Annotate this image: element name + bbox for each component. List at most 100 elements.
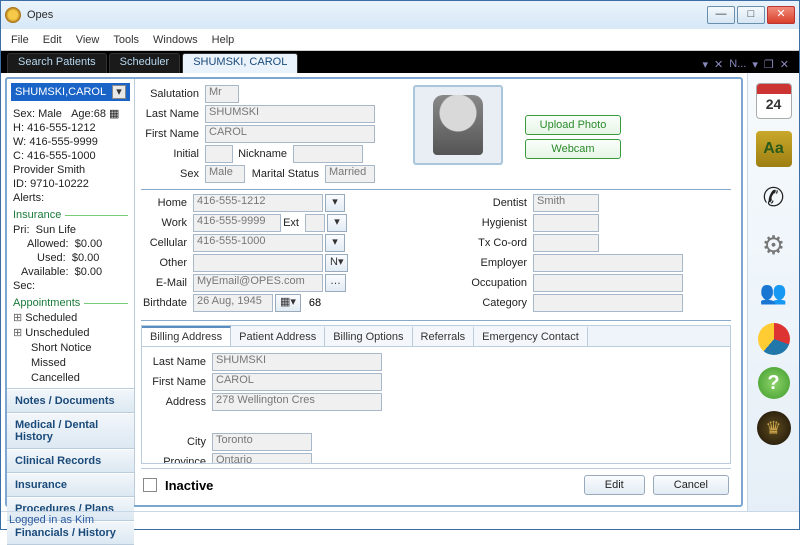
acc-clinical[interactable]: Clinical Records — [7, 449, 134, 473]
tree-scheduled[interactable]: Scheduled — [13, 311, 128, 326]
salutation-label: Salutation — [141, 88, 205, 100]
gear-icon[interactable]: ⚙ — [756, 227, 792, 263]
tab-emergency-contact[interactable]: Emergency Contact — [474, 326, 588, 346]
acc-insurance[interactable]: Insurance — [7, 473, 134, 497]
help-icon[interactable]: ? — [758, 367, 790, 399]
acc-medical[interactable]: Medical / Dental History — [7, 413, 134, 449]
lastname-label: Last Name — [141, 108, 205, 120]
firstname-label: First Name — [141, 128, 205, 140]
age-value: 68 — [309, 297, 321, 309]
patient-photo — [413, 85, 503, 165]
other-phone-field[interactable] — [193, 254, 323, 272]
age-menu-icon[interactable]: ▦ — [109, 108, 119, 120]
addr-address-field[interactable]: 278 Wellington Cres — [212, 393, 382, 411]
sex-label: Sex — [141, 168, 205, 180]
chart-icon[interactable] — [758, 323, 790, 355]
birthdate-field[interactable]: 26 Aug, 1945 — [193, 294, 273, 312]
cell-dd-icon[interactable]: ▾ — [325, 234, 345, 252]
salutation-field[interactable]: Mr — [205, 85, 239, 103]
initial-field[interactable] — [205, 145, 233, 163]
inactive-checkbox[interactable] — [143, 478, 157, 492]
window-title: Opes — [27, 9, 707, 21]
phone-icon[interactable]: ✆ — [756, 179, 792, 215]
firstname-field[interactable]: CAROL — [205, 125, 375, 143]
tree-unscheduled[interactable]: Unscheduled — [13, 326, 128, 341]
initial-label: Initial — [141, 148, 205, 160]
tab-patient[interactable]: SHUMSKI, CAROL — [182, 53, 298, 73]
appointments-tree: Scheduled Unscheduled Short Notice Misse… — [7, 309, 134, 388]
font-icon[interactable]: Aa — [756, 131, 792, 167]
addr-firstname-field[interactable]: CAROL — [212, 373, 382, 391]
appointments-header: Appointments — [7, 297, 134, 309]
tab-patient-address[interactable]: Patient Address — [231, 326, 325, 346]
upload-photo-button[interactable]: Upload Photo — [525, 115, 621, 135]
menubar: File Edit View Tools Windows Help — [1, 29, 799, 51]
addr-lastname-field[interactable]: SHUMSKI — [212, 353, 382, 371]
menu-view[interactable]: View — [76, 34, 100, 46]
menu-file[interactable]: File — [11, 34, 29, 46]
employer-field[interactable] — [533, 254, 683, 272]
main-pane: SalutationMr Last NameSHUMSKI First Name… — [135, 79, 741, 505]
lion-icon[interactable]: ♛ — [757, 411, 791, 445]
marital-field[interactable]: Married — [325, 165, 375, 183]
nickname-field[interactable] — [293, 145, 363, 163]
tree-missed[interactable]: Missed — [13, 356, 128, 371]
document-tabbar: Search Patients Scheduler SHUMSKI, CAROL… — [1, 51, 799, 73]
calendar-icon[interactable]: 24 — [756, 83, 792, 119]
menu-tools[interactable]: Tools — [113, 34, 139, 46]
patient-selector-value: SHUMSKI,CAROL — [15, 86, 106, 98]
webcam-button[interactable]: Webcam — [525, 139, 621, 159]
work-dd-icon[interactable]: ▾ — [327, 214, 347, 232]
menu-help[interactable]: Help — [212, 34, 235, 46]
category-field[interactable] — [533, 294, 683, 312]
work-phone-field[interactable]: 416-555-9999 — [193, 214, 281, 232]
marital-label: Marital Status — [245, 168, 325, 180]
address-tabs: Billing Address Patient Address Billing … — [141, 325, 731, 464]
menu-windows[interactable]: Windows — [153, 34, 198, 46]
sidepanel-restore-icon[interactable]: ❐ — [764, 58, 774, 71]
calendar-icon[interactable]: ▦▾ — [275, 294, 301, 312]
sex-field[interactable]: Male — [205, 165, 245, 183]
tab-search-patients[interactable]: Search Patients — [7, 53, 107, 73]
ext-field[interactable] — [305, 214, 325, 232]
maximize-button[interactable]: □ — [737, 6, 765, 24]
edit-button[interactable]: Edit — [584, 475, 645, 495]
addr-province-field[interactable]: Ontario — [212, 453, 312, 463]
other-n-button[interactable]: N▾ — [325, 254, 348, 272]
patient-summary: Sex: Male Age:68 ▦ H: 416-555-1212 W: 41… — [7, 105, 134, 207]
minimize-button[interactable]: — — [707, 6, 735, 24]
home-dd-icon[interactable]: ▾ — [325, 194, 345, 212]
dentist-field[interactable]: Smith — [533, 194, 599, 212]
close-button[interactable]: ✕ — [767, 6, 795, 24]
tab-billing-address[interactable]: Billing Address — [142, 326, 231, 346]
tab-scheduler[interactable]: Scheduler — [109, 53, 181, 73]
menu-edit[interactable]: Edit — [43, 34, 62, 46]
sidepanel-close-icon[interactable]: ✕ — [780, 58, 789, 71]
txcoord-field[interactable] — [533, 234, 599, 252]
sidepanel-min-icon[interactable]: ▾ — [752, 58, 758, 71]
tab-dropdown-icon[interactable]: ▾ — [703, 58, 709, 71]
addr-city-field[interactable]: Toronto — [212, 433, 312, 451]
dropdown-icon[interactable]: ▾ — [112, 85, 126, 99]
cell-phone-field[interactable]: 416-555-1000 — [193, 234, 323, 252]
sidepanel-nub[interactable]: N... — [729, 58, 746, 71]
lastname-field[interactable]: SHUMSKI — [205, 105, 375, 123]
tab-referrals[interactable]: Referrals — [413, 326, 475, 346]
email-field[interactable]: MyEmail@OPES.com — [193, 274, 323, 292]
hygienist-field[interactable] — [533, 214, 599, 232]
patient-selector[interactable]: SHUMSKI,CAROL ▾ — [11, 83, 130, 101]
people-icon[interactable]: 👥 — [756, 275, 792, 311]
acc-notes[interactable]: Notes / Documents — [7, 389, 134, 413]
home-phone-field[interactable]: 416-555-1212 — [193, 194, 323, 212]
tab-close-icon[interactable]: ✕ — [714, 58, 723, 71]
titlebar: Opes — □ ✕ — [1, 1, 799, 29]
occupation-field[interactable] — [533, 274, 683, 292]
email-more-button[interactable]: … — [325, 274, 346, 292]
avatar-placeholder-icon — [433, 95, 483, 155]
cancel-button[interactable]: Cancel — [653, 475, 729, 495]
right-iconbar: 24 Aa ✆ ⚙ 👥 ? ♛ — [747, 73, 799, 511]
tab-billing-options[interactable]: Billing Options — [325, 326, 412, 346]
tree-short-notice[interactable]: Short Notice — [13, 341, 128, 356]
app-icon — [5, 7, 21, 23]
tree-cancelled[interactable]: Cancelled — [13, 371, 128, 386]
